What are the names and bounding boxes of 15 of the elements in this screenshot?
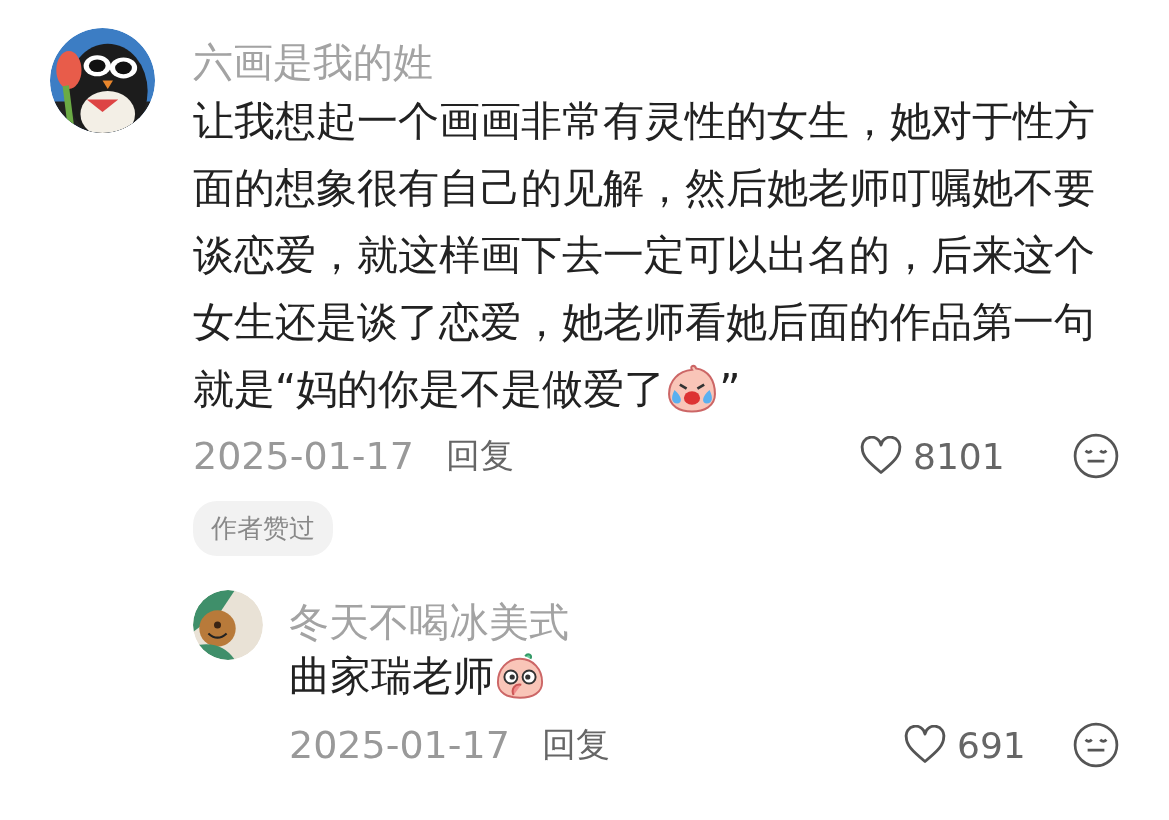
neutral-face-icon[interactable]	[1073, 722, 1119, 768]
heart-icon[interactable]	[903, 725, 947, 765]
comment-date: 2025-01-17	[289, 723, 510, 767]
heart-icon[interactable]	[859, 436, 903, 476]
comment-text-end: 就是“妈的你是不是做爱了	[193, 366, 666, 413]
reply-link[interactable]: 回复	[445, 433, 514, 479]
comment-text: 让我想起一个画画非常有灵性的女生，她对于性方面的想象很有自己的见解，然后她老师叮嘱她不要谈恋爱，就这样画下去一定可以出名的，后来这个女生还是谈了恋爱，她老师看她后面的作品第一句	[193, 96, 1096, 348]
closing-quote: ”	[719, 366, 741, 413]
comment-text-end: 曲家瑞老师	[289, 654, 494, 700]
author-liked-badge: 作者赞过	[193, 501, 333, 556]
comment-date: 2025-01-17	[193, 434, 414, 478]
reply-link[interactable]: 回复	[541, 722, 610, 768]
neutral-face-icon[interactable]	[1073, 433, 1119, 479]
like-count: 8101	[913, 435, 1006, 477]
like-count: 691	[957, 724, 1027, 766]
